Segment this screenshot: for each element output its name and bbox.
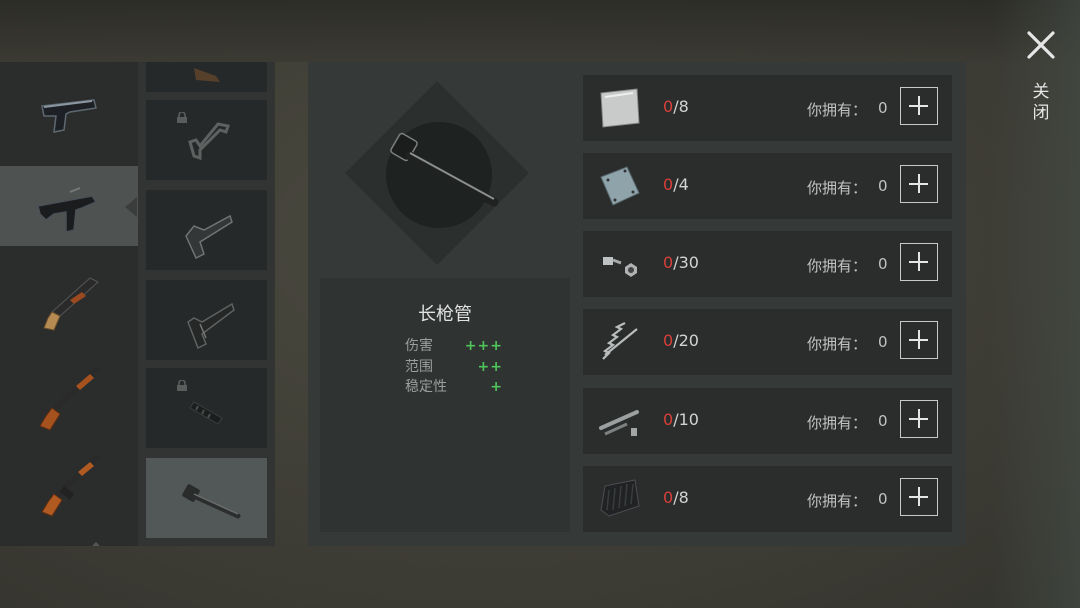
weapon-uzi[interactable] xyxy=(0,166,138,246)
add-material-button[interactable] xyxy=(900,87,938,125)
material-row: 0/20 你拥有： 0 xyxy=(583,309,952,375)
material-count: 0/8 xyxy=(663,488,689,507)
material-count: 0/20 xyxy=(663,331,699,350)
pistol-icon xyxy=(41,99,97,133)
material-row: 0/4 你拥有： 0 xyxy=(583,153,952,219)
own-value: 0 xyxy=(878,255,888,273)
attachment-long-barrel[interactable] xyxy=(146,458,267,538)
bolt-nut-icon xyxy=(603,257,637,277)
attachment-folding-stock[interactable] xyxy=(146,190,267,270)
part-info: 长枪管 伤害 +++ 范围 ++ 稳定性 + xyxy=(320,278,570,532)
material-row: 0/10 你拥有： 0 xyxy=(583,388,952,454)
spring-icon xyxy=(602,322,638,360)
attachment-wire-stock[interactable] xyxy=(146,100,267,180)
steel-plate-icon xyxy=(600,88,640,128)
stat-label: 稳定性 xyxy=(405,379,447,395)
selection-pointer xyxy=(125,197,137,217)
weapon-partial[interactable] xyxy=(0,524,138,546)
own-value: 0 xyxy=(878,333,888,351)
rifle-partial-icon xyxy=(92,542,100,546)
material-row: 0/8 你拥有： 0 xyxy=(583,466,952,532)
own-label: 你拥有： xyxy=(807,257,868,275)
own-value: 0 xyxy=(878,490,888,508)
attachment-tactical-stock[interactable] xyxy=(146,280,267,360)
own-value: 0 xyxy=(878,99,888,117)
own-label: 你拥有： xyxy=(807,335,868,353)
weapon-shotgun[interactable] xyxy=(0,258,138,338)
material-count: 0/10 xyxy=(663,410,699,429)
lock-icon xyxy=(177,380,187,391)
own-label: 你拥有： xyxy=(807,492,868,510)
part-title: 长枪管 xyxy=(418,304,472,325)
weapon-list[interactable] xyxy=(0,62,138,546)
weapon-ak47[interactable] xyxy=(0,440,138,520)
ak47-icon xyxy=(41,454,100,517)
weapon-pistol[interactable] xyxy=(0,72,138,152)
folding-stock-icon xyxy=(185,214,233,260)
stat-damage: 伤害 +++ xyxy=(405,336,505,357)
attachment-grip-locked[interactable] xyxy=(146,368,267,448)
stat-range: 范围 ++ xyxy=(405,357,505,378)
long-barrel-preview-icon xyxy=(390,132,499,207)
close-icon[interactable] xyxy=(1026,30,1056,60)
pipe-parts-icon xyxy=(599,410,639,436)
attachment-stock-locked[interactable] xyxy=(146,62,267,92)
hunting-rifle-icon xyxy=(39,366,100,431)
stat-value: + xyxy=(490,379,503,395)
own-label: 你拥有： xyxy=(807,101,868,119)
attachment-list[interactable] xyxy=(138,62,275,546)
stat-value: +++ xyxy=(464,338,503,354)
part-preview xyxy=(345,81,529,265)
weapon-hunting-rifle[interactable] xyxy=(0,350,138,431)
own-label: 你拥有： xyxy=(807,179,868,197)
add-material-button[interactable] xyxy=(900,165,938,203)
add-material-button[interactable] xyxy=(900,478,938,516)
material-row: 0/30 你拥有： 0 xyxy=(583,231,952,297)
shotgun-icon xyxy=(43,277,99,331)
lock-icon xyxy=(177,112,187,123)
material-count: 0/30 xyxy=(663,253,699,272)
material-count: 0/4 xyxy=(663,175,689,194)
own-value: 0 xyxy=(878,412,888,430)
stat-label: 伤害 xyxy=(405,338,433,354)
material-row: 0/8 你拥有： 0 xyxy=(583,75,952,141)
metal-sheet-icon xyxy=(600,166,640,206)
tactical-stock-icon xyxy=(187,302,235,350)
stat-value: ++ xyxy=(477,358,503,375)
stat-label: 范围 xyxy=(405,358,433,375)
uzi-icon xyxy=(37,187,98,233)
close-label[interactable]: 关闭 xyxy=(1030,82,1052,124)
add-material-button[interactable] xyxy=(900,321,938,359)
add-material-button[interactable] xyxy=(900,243,938,281)
long-barrel-icon xyxy=(182,484,241,519)
add-material-button[interactable] xyxy=(900,400,938,438)
part-stats: 伤害 +++ 范围 ++ 稳定性 + xyxy=(405,336,505,398)
own-label: 你拥有： xyxy=(807,414,868,432)
stock-locked-icon xyxy=(194,68,220,82)
stat-stability: 稳定性 + xyxy=(405,377,505,398)
material-count: 0/8 xyxy=(663,97,689,116)
top-shade xyxy=(0,0,1080,62)
rubber-sheet-icon xyxy=(600,479,640,517)
own-value: 0 xyxy=(878,177,888,195)
